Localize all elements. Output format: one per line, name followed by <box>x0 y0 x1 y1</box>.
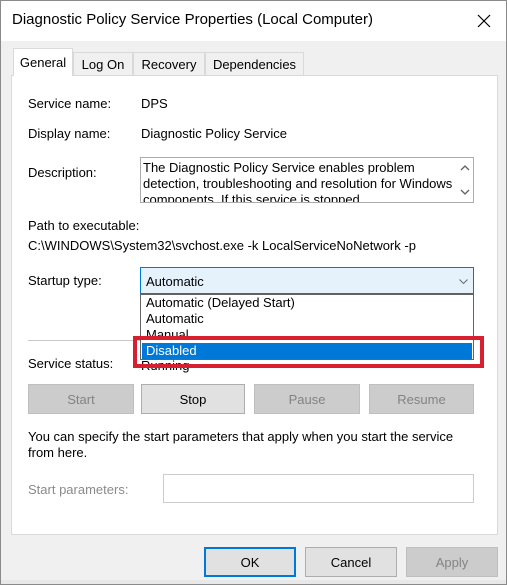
cancel-button[interactable]: Cancel <box>305 547 397 577</box>
scroll-down-button[interactable] <box>459 186 470 197</box>
title-bar: Diagnostic Policy Service Properties (Lo… <box>1 1 506 41</box>
description-scrollbar[interactable] <box>456 158 473 202</box>
start-params-input[interactable] <box>163 474 474 503</box>
window-title: Diagnostic Policy Service Properties (Lo… <box>12 11 373 28</box>
cancel-button-label: Cancel <box>330 554 372 570</box>
close-icon <box>477 14 491 28</box>
startup-type-value: Automatic <box>146 274 204 289</box>
resume-button[interactable]: Resume <box>369 384 474 414</box>
service-name-value: DPS <box>141 96 168 111</box>
stop-button[interactable]: Stop <box>141 384 245 414</box>
tab-label: General <box>19 55 67 70</box>
tab-label: Dependencies <box>212 56 297 72</box>
display-name-value: Diagnostic Policy Service <box>141 126 287 141</box>
pause-button[interactable]: Pause <box>254 384 360 414</box>
description-textbox[interactable]: The Diagnostic Policy Service enables pr… <box>140 157 474 203</box>
start-params-info-line1: You can specify the start parameters tha… <box>28 429 454 444</box>
startup-type-select[interactable]: Automatic <box>140 267 474 294</box>
apply-button-label: Apply <box>435 554 469 570</box>
tab-log-on[interactable]: Log On <box>73 52 133 75</box>
ok-button-label: OK <box>240 554 260 570</box>
scroll-up-button[interactable] <box>459 162 470 173</box>
start-button-label: Start <box>67 391 95 407</box>
start-params-info-line2: from here. <box>28 445 88 460</box>
start-params-label: Start parameters: <box>28 482 129 497</box>
close-button[interactable] <box>462 1 506 41</box>
path-label: Path to executable: <box>28 218 140 233</box>
tab-dependencies[interactable]: Dependencies <box>205 52 304 75</box>
window-bottom-edge <box>1 580 506 584</box>
start-button[interactable]: Start <box>28 384 134 414</box>
ok-button[interactable]: OK <box>204 547 296 577</box>
chevron-up-icon <box>460 164 469 170</box>
path-value: C:\WINDOWS\System32\svchost.exe -k Local… <box>28 238 416 253</box>
stop-button-label: Stop <box>179 391 207 407</box>
apply-button[interactable]: Apply <box>406 547 498 577</box>
startup-type-label: Startup type: <box>28 273 102 288</box>
chevron-down-icon <box>460 189 469 195</box>
service-name-label: Service name: <box>28 96 112 111</box>
description-text: The Diagnostic Policy Service enables pr… <box>143 160 453 203</box>
tab-recovery[interactable]: Recovery <box>133 52 205 75</box>
tab-general[interactable]: General <box>13 48 73 76</box>
tab-label: Log On <box>81 56 125 72</box>
display-name-label: Display name: <box>28 126 111 141</box>
pause-button-label: Pause <box>288 391 326 407</box>
resume-button-label: Resume <box>397 391 446 407</box>
startup-option-automatic-delayed[interactable]: Automatic (Delayed Start) <box>142 295 472 311</box>
chevron-down-icon <box>457 275 469 287</box>
description-label: Description: <box>28 165 97 180</box>
properties-window: Diagnostic Policy Service Properties (Lo… <box>0 0 507 585</box>
tab-label: Recovery <box>141 56 197 72</box>
annotation-highlight-box <box>133 336 484 368</box>
service-status-label: Service status: <box>28 356 114 371</box>
startup-option-automatic[interactable]: Automatic <box>142 311 472 327</box>
